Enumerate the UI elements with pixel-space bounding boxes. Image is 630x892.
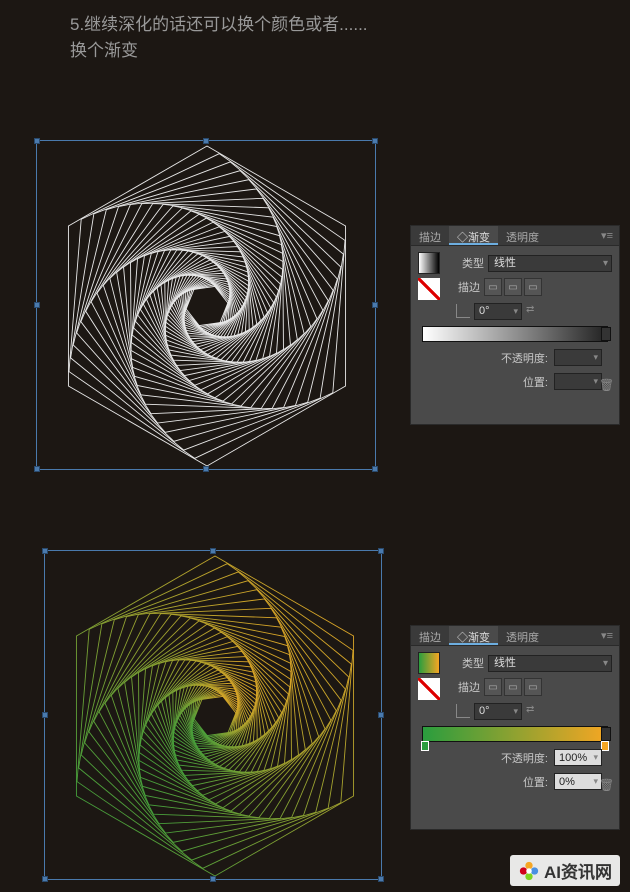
opacity-input[interactable]: 100% [554, 749, 602, 766]
hexagon-spiral-white [37, 141, 377, 471]
gradient-panel-1: 描边 ◇渐变 透明度 ▾≡ 类型 线性 描边 ▭ ▭ ▭ 0° ⇄ 不透明度: [410, 225, 620, 425]
instruction-text: 5.继续深化的话还可以换个颜色或者...... 换个渐变 [70, 12, 368, 63]
stroke-align-inside-icon[interactable]: ▭ [484, 278, 502, 296]
selection-handle[interactable] [42, 712, 48, 718]
angle-input[interactable]: 0° [474, 303, 522, 320]
selection-handle[interactable] [34, 138, 40, 144]
angle-input[interactable]: 0° [474, 703, 522, 720]
selection-handle[interactable] [378, 876, 384, 882]
selection-handle[interactable] [378, 712, 384, 718]
panel-menu-icon[interactable]: ▾≡ [595, 226, 619, 245]
tab-opacity[interactable]: 透明度 [498, 626, 547, 645]
position-label: 位置: [523, 374, 548, 390]
tab-gradient[interactable]: ◇渐变 [449, 626, 498, 645]
selection-handle[interactable] [378, 548, 384, 554]
selection-handle[interactable] [42, 548, 48, 554]
gradient-slider[interactable] [422, 726, 608, 742]
instruction-line2: 换个渐变 [70, 38, 368, 64]
reverse-gradient-icon[interactable]: ⇄ [526, 704, 544, 718]
watermark-text: AI资讯网 [544, 858, 612, 883]
flower-icon [518, 860, 540, 882]
stroke-align-inside-icon[interactable]: ▭ [484, 678, 502, 696]
tab-stroke[interactable]: 描边 [411, 226, 449, 245]
no-fill-swatch[interactable] [418, 678, 440, 700]
position-input[interactable] [554, 373, 602, 390]
opacity-input[interactable] [554, 349, 602, 366]
gradient-stop-right[interactable] [601, 741, 609, 751]
selection-handle[interactable] [210, 876, 216, 882]
stroke-align-center-icon[interactable]: ▭ [504, 678, 522, 696]
panel-tabs: 描边 ◇渐变 透明度 ▾≡ [411, 626, 619, 646]
selection-handle[interactable] [203, 138, 209, 144]
no-fill-swatch[interactable] [418, 278, 440, 300]
type-dropdown[interactable]: 线性 [488, 255, 612, 272]
opacity-label: 不透明度: [501, 350, 548, 366]
gradient-stop-left[interactable] [421, 741, 429, 751]
artboard-2[interactable] [44, 550, 382, 880]
stroke-label: 描边 [446, 279, 480, 295]
reverse-gradient-icon[interactable]: ⇄ [526, 304, 544, 318]
tab-stroke[interactable]: 描边 [411, 626, 449, 645]
trash-icon[interactable]: 🗑 [599, 378, 613, 392]
selection-handle[interactable] [210, 548, 216, 554]
panel-tabs: 描边 ◇渐变 透明度 ▾≡ [411, 226, 619, 246]
type-dropdown[interactable]: 线性 [488, 655, 612, 672]
stroke-label: 描边 [446, 679, 480, 695]
gradient-panel-2: 描边 ◇渐变 透明度 ▾≡ 类型 线性 描边 ▭ ▭ ▭ 0° ⇄ [410, 625, 620, 830]
tab-opacity[interactable]: 透明度 [498, 226, 547, 245]
instruction-line1: 5.继续深化的话还可以换个颜色或者...... [70, 12, 368, 38]
angle-icon [456, 704, 470, 718]
selection-handle[interactable] [34, 466, 40, 472]
watermark: AI资讯网 [510, 855, 620, 886]
gradient-slider[interactable] [422, 326, 608, 342]
type-label: 类型 [450, 255, 484, 271]
selection-handle[interactable] [42, 876, 48, 882]
artboard-1[interactable] [36, 140, 376, 470]
selection-handle[interactable] [372, 466, 378, 472]
trash-icon[interactable]: 🗑 [599, 778, 613, 792]
position-input[interactable]: 0% [554, 773, 602, 790]
selection-handle[interactable] [203, 466, 209, 472]
lock-icon[interactable] [601, 727, 611, 741]
selection-handle[interactable] [372, 138, 378, 144]
lock-icon[interactable] [601, 327, 611, 341]
stroke-align-center-icon[interactable]: ▭ [504, 278, 522, 296]
type-label: 类型 [450, 655, 484, 671]
gradient-swatch[interactable] [418, 652, 440, 674]
opacity-label: 不透明度: [501, 750, 548, 766]
gradient-swatch[interactable] [418, 252, 440, 274]
stroke-align-outside-icon[interactable]: ▭ [524, 678, 542, 696]
position-label: 位置: [523, 774, 548, 790]
tab-gradient[interactable]: ◇渐变 [449, 226, 498, 245]
selection-handle[interactable] [372, 302, 378, 308]
selection-handle[interactable] [34, 302, 40, 308]
stroke-align-outside-icon[interactable]: ▭ [524, 278, 542, 296]
panel-menu-icon[interactable]: ▾≡ [595, 626, 619, 645]
angle-icon [456, 304, 470, 318]
hexagon-spiral-gradient [45, 551, 383, 881]
